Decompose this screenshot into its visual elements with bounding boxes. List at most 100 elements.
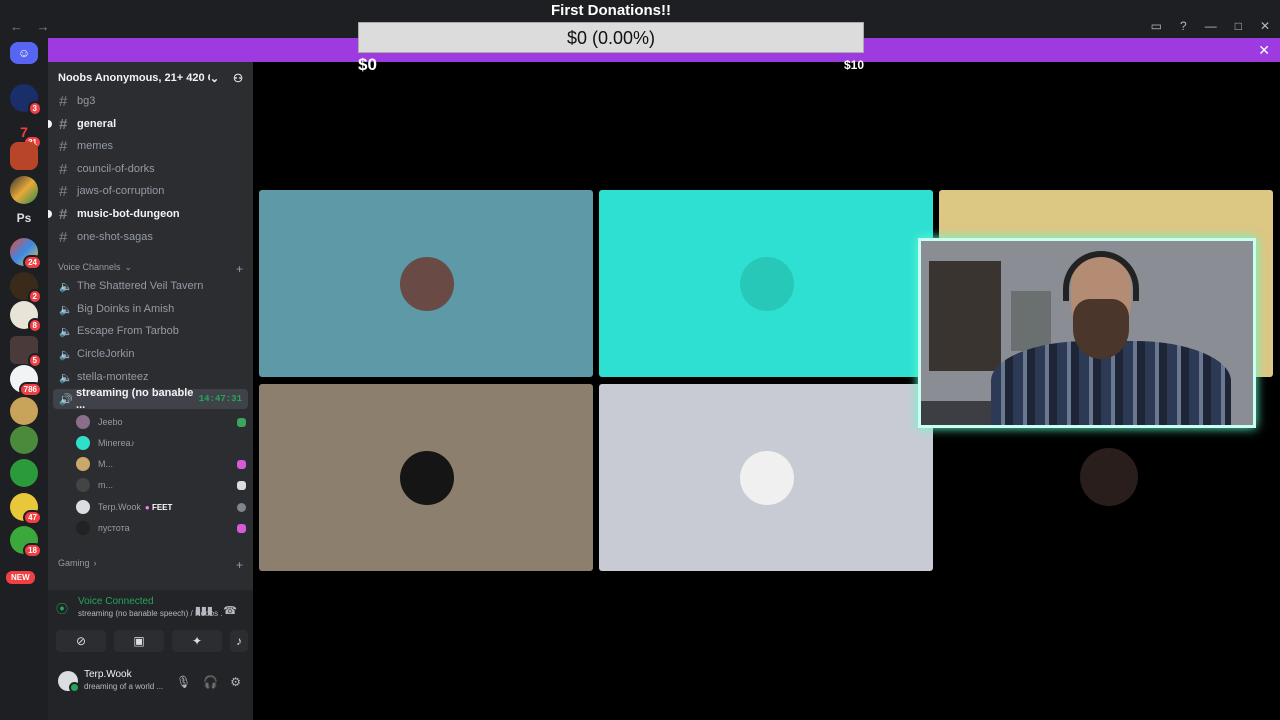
donation-progress-bar: $0 (0.00%): [358, 22, 864, 53]
disconnect-icon[interactable]: ☎: [223, 604, 237, 617]
server-icon[interactable]: 5: [10, 336, 42, 368]
channel-one-shot-sagas[interactable]: # one-shot-sagas: [53, 227, 248, 247]
minimize-icon[interactable]: —: [1205, 19, 1217, 33]
server-name: Noobs Anonymous, 21+ 420 C...: [58, 72, 210, 84]
channel-jaws-of-corruption[interactable]: # jaws-of-corruption: [53, 181, 248, 201]
channel-bg3[interactable]: # bg3: [53, 91, 248, 111]
voice-channel[interactable]: 🔈 CircleJorkin: [53, 344, 248, 364]
soundboard-icon: ♪: [236, 634, 242, 648]
voice-channel[interactable]: 🔈 Big Doinks in Amish: [53, 299, 248, 319]
server-icon[interactable]: [10, 459, 38, 487]
voice-user[interactable]: Minerea♪: [76, 434, 246, 452]
webcam-beard: [1073, 299, 1129, 359]
server-icon[interactable]: 18: [10, 526, 42, 558]
user-tag: ● FEET: [144, 502, 173, 512]
server-header[interactable]: Noobs Anonymous, 21+ 420 C... ⌄ ⚇: [48, 62, 253, 94]
server-icon[interactable]: 2: [10, 272, 42, 304]
voice-channel[interactable]: 🔈 stella-monteez: [53, 367, 248, 387]
hash-icon: #: [59, 92, 68, 110]
maximize-icon[interactable]: □: [1235, 19, 1242, 33]
close-window-icon[interactable]: ✕: [1260, 19, 1270, 33]
avatar[interactable]: [58, 671, 80, 693]
participant-tile[interactable]: [599, 384, 933, 571]
avatar: [1080, 448, 1138, 506]
inbox-icon[interactable]: ▭: [1151, 19, 1162, 33]
voice-channel[interactable]: 🔈 Escape From Tarbob: [53, 321, 248, 341]
server-icon[interactable]: Ps: [10, 204, 38, 232]
new-badge: NEW: [6, 571, 35, 584]
voice-user[interactable]: m...: [76, 476, 246, 494]
voice-channels-category[interactable]: Voice Channels ⌄ +: [58, 262, 243, 276]
unread-indicator: [48, 120, 52, 128]
participant-tile[interactable]: [259, 190, 593, 377]
donation-max-label: $10: [844, 58, 865, 72]
avatar: [400, 257, 454, 311]
server-icon[interactable]: 8: [10, 301, 42, 333]
webcam-shelf: [1011, 291, 1051, 351]
voice-user[interactable]: пустота: [76, 519, 246, 537]
activity-icon: [237, 523, 246, 533]
user-status: dreaming of a world ...: [84, 682, 164, 691]
hash-icon: #: [59, 182, 68, 200]
signal-icon[interactable]: ⦿: [56, 600, 68, 617]
server-icon[interactable]: 24: [10, 238, 42, 270]
activities-button[interactable]: ✦: [172, 630, 222, 652]
avatar: [76, 457, 90, 471]
server-icon[interactable]: [10, 426, 38, 454]
donation-title: First Donations!!: [551, 2, 671, 19]
avatar: [76, 500, 90, 514]
help-icon[interactable]: ?: [1180, 19, 1187, 33]
headphones-icon[interactable]: 🎧: [203, 675, 218, 689]
channel-memes[interactable]: # memes: [53, 136, 248, 156]
server-icon[interactable]: [10, 397, 38, 425]
microphone-icon[interactable]: 🎙: [176, 675, 191, 689]
server-icon[interactable]: 786: [10, 365, 42, 397]
activity-icon: [237, 502, 246, 512]
speaker-icon: 🔈: [59, 371, 73, 384]
invite-icon[interactable]: ⚇: [233, 72, 243, 85]
nav-buttons: ← →: [10, 19, 60, 34]
screen-share-button[interactable]: ▣: [114, 630, 164, 652]
active-voice-channel[interactable]: 🔊 streaming (no banable ... 14:47:31: [53, 387, 248, 411]
server-icon[interactable]: [10, 142, 38, 170]
activity-icon: [237, 417, 246, 427]
channel-general[interactable]: # general: [53, 114, 248, 134]
speaker-icon: 🔈: [59, 325, 73, 338]
user-bar: Terp.Wook dreaming of a world ... 🎙 🎧 ⚙: [48, 663, 253, 699]
voice-connection: ⦿ Voice Connected streaming (no banable …: [48, 596, 253, 626]
add-channel-icon[interactable]: +: [236, 558, 243, 572]
donation-min-label: $0: [358, 55, 377, 74]
forward-arrow-icon[interactable]: →: [37, 19, 50, 34]
gear-icon[interactable]: ⚙: [230, 675, 241, 689]
channel-council-of-dorks[interactable]: # council-of-dorks: [53, 159, 248, 179]
server-icon[interactable]: 47: [10, 493, 42, 525]
voice-user[interactable]: Jeebo: [76, 413, 246, 431]
avatar: [740, 257, 794, 311]
add-channel-icon[interactable]: +: [236, 262, 243, 276]
server-rail: ☺ 3 731 Ps 24 2 8 5 786 47 18 NEW: [0, 38, 48, 720]
participant-tile[interactable]: [599, 190, 933, 377]
window-controls: ▭ ? — □ ✕: [1151, 19, 1270, 33]
gaming-category[interactable]: Gaming › +: [58, 558, 243, 572]
participant-tile[interactable]: [259, 384, 593, 571]
voice-user[interactable]: Terp.Wook ● FEET: [76, 498, 246, 516]
noise-suppression-icon[interactable]: ▮▮▮: [195, 604, 213, 617]
server-icon[interactable]: 3: [10, 84, 42, 116]
soundboard-button[interactable]: ♪: [230, 630, 248, 652]
activity-icon: [237, 480, 246, 490]
avatar: [76, 521, 90, 535]
discord-home-icon[interactable]: ☺: [10, 42, 38, 64]
voice-channel[interactable]: 🔈 The Shattered Veil Tavern: [53, 276, 248, 296]
unread-indicator: [48, 210, 52, 218]
voice-user[interactable]: M...: [76, 455, 246, 473]
chevron-right-icon: ›: [93, 558, 97, 568]
channel-music-bot-dungeon[interactable]: # music-bot-dungeon: [53, 204, 248, 224]
back-arrow-icon[interactable]: ←: [10, 19, 23, 34]
call-timer: 14:47:31: [198, 394, 242, 404]
activity-icon: [237, 459, 246, 469]
camera-off-icon: ⊘: [75, 634, 87, 648]
server-icon[interactable]: [10, 176, 38, 204]
close-banner-icon[interactable]: ✕: [1258, 42, 1270, 59]
camera-button[interactable]: ⊘: [56, 630, 106, 652]
chevron-down-icon: ⌄: [124, 262, 133, 272]
